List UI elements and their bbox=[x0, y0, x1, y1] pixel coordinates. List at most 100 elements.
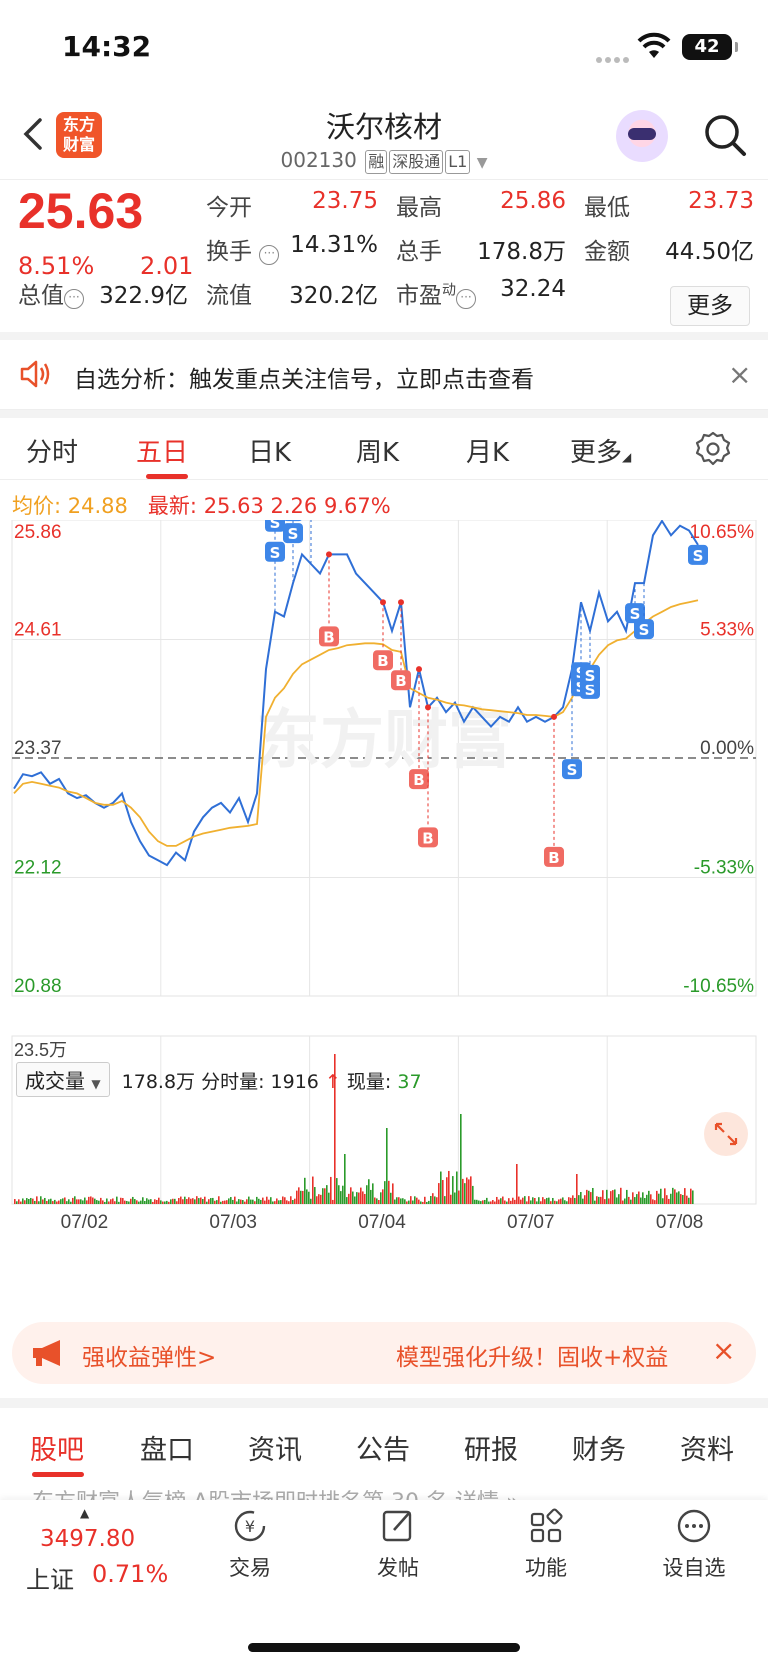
volume-bar bbox=[36, 1196, 38, 1204]
volume-bar bbox=[46, 1200, 48, 1204]
info-icon[interactable]: ··· bbox=[456, 289, 476, 309]
volume-bar bbox=[678, 1191, 680, 1204]
robot-avatar-icon[interactable] bbox=[616, 110, 668, 162]
volume-bar bbox=[316, 1196, 318, 1204]
volume-bar bbox=[154, 1199, 156, 1204]
volume-bar bbox=[82, 1200, 84, 1204]
close-icon[interactable]: × bbox=[728, 358, 751, 391]
volume-bar bbox=[150, 1199, 152, 1204]
info-icon[interactable]: ··· bbox=[259, 245, 280, 265]
volume-bar bbox=[388, 1180, 390, 1204]
volume-bar bbox=[612, 1190, 614, 1204]
volume-bar bbox=[246, 1199, 248, 1204]
tab-more[interactable]: 更多◢ bbox=[570, 432, 631, 469]
search-icon[interactable] bbox=[702, 112, 748, 158]
nav-add-watchlist[interactable]: 设自选 bbox=[644, 1506, 744, 1582]
x-tick-label: 07/03 bbox=[209, 1212, 257, 1233]
high-label: 最高 bbox=[396, 195, 442, 221]
volume-bar bbox=[134, 1199, 136, 1204]
volume-bar bbox=[190, 1198, 192, 1204]
sell-marker-label: S bbox=[270, 520, 281, 532]
volume-bar bbox=[366, 1185, 368, 1204]
five-day-chart[interactable]: 东方财富 25.86 24.61 23.37 22.12 20.88 10.65% 5.33%… bbox=[0, 520, 768, 1300]
volume-bar bbox=[116, 1196, 118, 1204]
tab-order-book[interactable]: 盘口 bbox=[140, 1428, 194, 1467]
volume-bar bbox=[176, 1201, 178, 1204]
volume-bar bbox=[434, 1196, 436, 1204]
volume-bar bbox=[526, 1201, 528, 1204]
volume-bar bbox=[568, 1197, 570, 1204]
volume-bar bbox=[534, 1198, 536, 1204]
tab-five-day[interactable]: 五日 bbox=[136, 432, 188, 469]
buy-marker-dot bbox=[425, 704, 431, 711]
volume-bar bbox=[500, 1198, 502, 1204]
volume-bar bbox=[674, 1189, 676, 1204]
volume-bar bbox=[518, 1196, 520, 1204]
volume-bar bbox=[206, 1201, 208, 1204]
tab-weekly-k[interactable]: 周K bbox=[356, 432, 399, 469]
volume-bar bbox=[686, 1195, 688, 1204]
volume-bar bbox=[110, 1199, 112, 1204]
tab-intraday[interactable]: 分时 bbox=[26, 432, 78, 469]
sell-marker-label: S bbox=[693, 547, 704, 565]
volume-bar bbox=[482, 1200, 484, 1204]
x-tick-label: 07/07 bbox=[507, 1212, 555, 1233]
index-value[interactable]: 3497.80 bbox=[40, 1526, 135, 1552]
nav-features[interactable]: 功能 bbox=[496, 1506, 596, 1582]
volume-bar bbox=[640, 1197, 642, 1204]
volume-bar bbox=[594, 1200, 596, 1204]
promo-banner[interactable]: 强收益弹性> 模型强化升级！固收+权益 × bbox=[12, 1322, 756, 1384]
nav-post[interactable]: 发帖 bbox=[348, 1506, 448, 1582]
tab-financials[interactable]: 财务 bbox=[572, 1428, 626, 1467]
close-icon[interactable]: × bbox=[712, 1334, 735, 1367]
volume-bar bbox=[234, 1196, 236, 1204]
volume-bar bbox=[158, 1197, 160, 1204]
tab-monthly-k[interactable]: 月K bbox=[466, 432, 509, 469]
home-indicator bbox=[248, 1643, 520, 1652]
index-change[interactable]: 0.71% bbox=[92, 1560, 168, 1588]
volume-bar bbox=[432, 1193, 434, 1204]
volume-max-label: 23.5万 bbox=[14, 1040, 67, 1060]
info-icon[interactable]: ··· bbox=[64, 289, 84, 309]
volume-bar bbox=[408, 1200, 410, 1204]
tag-margin: 融 bbox=[365, 150, 388, 174]
volume-bar bbox=[572, 1195, 574, 1204]
tab-forum[interactable]: 股吧 bbox=[30, 1428, 84, 1467]
volume-bar bbox=[588, 1190, 590, 1204]
volume-bar bbox=[344, 1154, 346, 1204]
volume-bar bbox=[218, 1196, 220, 1204]
x-tick-label: 07/08 bbox=[656, 1212, 704, 1233]
volume-bar bbox=[556, 1201, 558, 1204]
tab-daily-k[interactable]: 日K bbox=[248, 432, 291, 469]
volume-bar bbox=[174, 1198, 176, 1204]
volume-bar bbox=[348, 1193, 350, 1204]
tab-research[interactable]: 研报 bbox=[464, 1428, 518, 1467]
buy-marker-label: B bbox=[377, 652, 388, 670]
volume-bar bbox=[618, 1194, 620, 1204]
more-button[interactable]: 更多 bbox=[670, 286, 750, 326]
amount-value: 44.50亿 bbox=[665, 239, 754, 265]
volume-bar bbox=[662, 1198, 664, 1204]
index-name[interactable]: 上证 bbox=[26, 1560, 74, 1595]
analysis-alert[interactable]: 自选分析：触发重点关注信号，立即点击查看 × bbox=[0, 340, 768, 410]
tab-profile[interactable]: 资料 bbox=[680, 1428, 734, 1467]
gear-icon[interactable] bbox=[694, 430, 732, 468]
volume-bar bbox=[680, 1194, 682, 1204]
volume-bar bbox=[356, 1192, 358, 1204]
minute-volume-label: 分时量: bbox=[201, 1071, 265, 1093]
tab-announcements[interactable]: 公告 bbox=[356, 1428, 410, 1467]
volume-bar bbox=[458, 1190, 460, 1204]
volume-bar bbox=[258, 1198, 260, 1204]
expand-button[interactable] bbox=[704, 1112, 748, 1156]
volume-bar bbox=[438, 1183, 440, 1204]
volume-bar bbox=[130, 1198, 132, 1204]
volume-bar bbox=[638, 1191, 640, 1204]
edit-icon bbox=[382, 1510, 412, 1542]
volume-bar bbox=[42, 1199, 44, 1204]
nav-trade[interactable]: ¥ 交易 bbox=[200, 1506, 300, 1582]
volume-bar bbox=[688, 1197, 690, 1204]
volume-bar bbox=[506, 1201, 508, 1204]
volume-indicator-select[interactable]: 成交量 ▼ bbox=[16, 1062, 110, 1097]
volume-bar bbox=[590, 1192, 592, 1204]
tab-news[interactable]: 资讯 bbox=[248, 1428, 302, 1467]
